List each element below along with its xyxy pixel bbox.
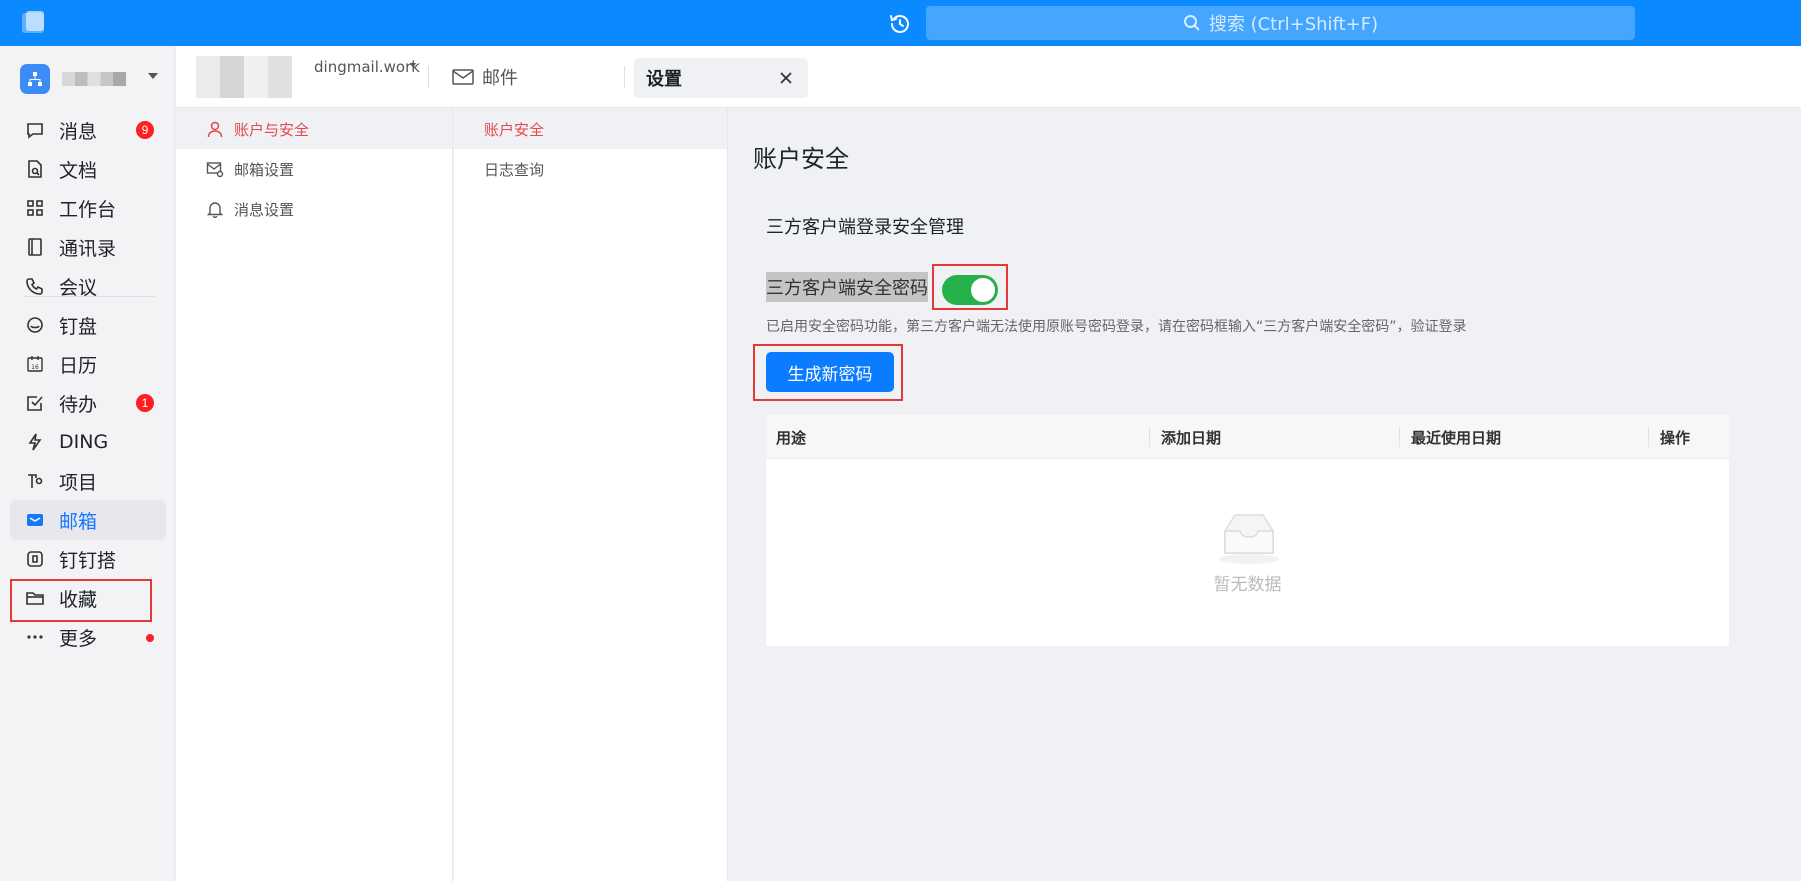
nav-item-project[interactable]: 项目	[10, 461, 166, 501]
nav-label: 钉盘	[59, 315, 98, 338]
phone-icon	[25, 276, 45, 296]
more-icon	[25, 627, 45, 647]
security-password-label: 三方客户端安全密码	[766, 272, 928, 302]
divider	[624, 66, 625, 88]
highlight-mail-nav	[10, 579, 152, 622]
bell-icon	[206, 200, 224, 218]
nav-item-ding[interactable]: DING	[10, 422, 166, 462]
mail-header: dingmail.work 邮件 设置	[176, 46, 1801, 108]
notification-dot	[146, 634, 154, 642]
nav-label: 待办	[59, 393, 98, 416]
cloud-drive-icon	[25, 315, 45, 335]
lightning-icon	[25, 432, 45, 452]
nav-label: 钉钉搭	[59, 549, 117, 572]
nav-label: 会议	[59, 276, 98, 299]
nav-item-mail[interactable]: 邮箱	[10, 500, 166, 540]
page-title: 账户安全	[753, 145, 849, 173]
top-bar: 搜索 (Ctrl+Shift+F)	[0, 0, 1801, 46]
app-logo-icon[interactable]	[20, 10, 48, 36]
highlight-toggle	[932, 264, 1008, 310]
mail-icon	[25, 510, 45, 530]
submenu-label: 账户安全	[484, 120, 545, 139]
nav-label: 日历	[59, 354, 98, 377]
nav-item-drive[interactable]: 钉盘	[10, 305, 166, 345]
menu-item-mailbox-settings[interactable]: 邮箱设置	[176, 149, 452, 189]
envelope-icon	[452, 69, 474, 85]
nav-items-layer: 会议 钉盘 16 日历 待办 1 DING 项目 邮箱 钉钉搭 收藏 更多	[0, 46, 175, 881]
calendar-icon: 16	[25, 354, 45, 374]
table-header: 用途 添加日期 最近使用日期 操作	[766, 415, 1729, 459]
submenu-item-log-query[interactable]: 日志查询	[454, 149, 727, 189]
security-hint-text: 已启用安全密码功能，第三方客户端无法使用原账号密码登录，请在密码框输入“三方客户…	[766, 319, 1467, 335]
menu-item-message-settings[interactable]: 消息设置	[176, 189, 452, 229]
close-icon[interactable]	[776, 68, 796, 88]
project-icon	[25, 471, 45, 491]
submenu-item-account-security[interactable]: 账户安全	[454, 109, 727, 149]
svg-text:16: 16	[31, 364, 39, 371]
builder-icon	[25, 549, 45, 569]
empty-text: 暂无数据	[1213, 575, 1282, 595]
search-input[interactable]: 搜索 (Ctrl+Shift+F)	[926, 6, 1635, 40]
todo-icon	[25, 393, 45, 413]
nav-label: DING	[59, 431, 109, 453]
column-separator	[1149, 427, 1150, 447]
nav-item-meeting[interactable]: 会议	[10, 266, 166, 306]
nav-item-builder[interactable]: 钉钉搭	[10, 539, 166, 579]
column-separator	[1399, 427, 1400, 447]
empty-inbox-icon	[1213, 509, 1285, 565]
menu-label: 邮箱设置	[234, 160, 295, 179]
divider	[428, 66, 429, 88]
mail-tab[interactable]: 邮件	[452, 64, 518, 90]
nav-item-todo[interactable]: 待办 1	[10, 383, 166, 423]
column-header-actions: 操作	[1660, 428, 1691, 447]
settings-menu: 账户与安全 邮箱设置 消息设置	[176, 109, 453, 881]
mail-settings-icon	[206, 160, 224, 178]
todo-badge: 1	[136, 394, 154, 412]
nav-label: 邮箱	[59, 510, 98, 533]
column-separator	[1648, 427, 1649, 447]
caret-down-icon[interactable]	[410, 63, 416, 68]
menu-item-account-security[interactable]: 账户与安全	[176, 109, 452, 149]
password-table: 用途 添加日期 最近使用日期 操作 暂无数据	[766, 415, 1729, 646]
highlight-generate-button	[753, 344, 903, 401]
account-avatar-redacted	[196, 56, 292, 98]
nav-item-more[interactable]: 更多	[10, 617, 166, 657]
search-placeholder: 搜索 (Ctrl+Shift+F)	[1208, 14, 1379, 35]
content-panel: 账户安全 三方客户端登录安全管理 三方客户端安全密码 已启用安全密码功能，第三方…	[729, 109, 1801, 881]
submenu-label: 日志查询	[484, 160, 545, 179]
nav-label: 项目	[59, 471, 98, 494]
column-header-last-used-date: 最近使用日期	[1411, 428, 1502, 447]
menu-label: 消息设置	[234, 200, 295, 219]
settings-submenu: 账户安全 日志查询	[454, 109, 728, 881]
menu-label: 账户与安全	[234, 120, 310, 139]
mail-tab-label: 邮件	[482, 68, 518, 89]
tab-settings-label: 设置	[646, 69, 682, 90]
column-header-purpose: 用途	[776, 428, 807, 447]
user-icon	[206, 120, 224, 138]
tab-settings[interactable]: 设置	[634, 58, 808, 98]
section-title: 三方客户端登录安全管理	[766, 217, 964, 238]
nav-item-calendar[interactable]: 16 日历	[10, 344, 166, 384]
nav-label: 更多	[59, 627, 98, 650]
history-icon[interactable]	[888, 12, 912, 36]
column-header-added-date: 添加日期	[1161, 428, 1222, 447]
account-domain[interactable]: dingmail.work	[314, 58, 420, 76]
search-icon	[1183, 15, 1200, 31]
